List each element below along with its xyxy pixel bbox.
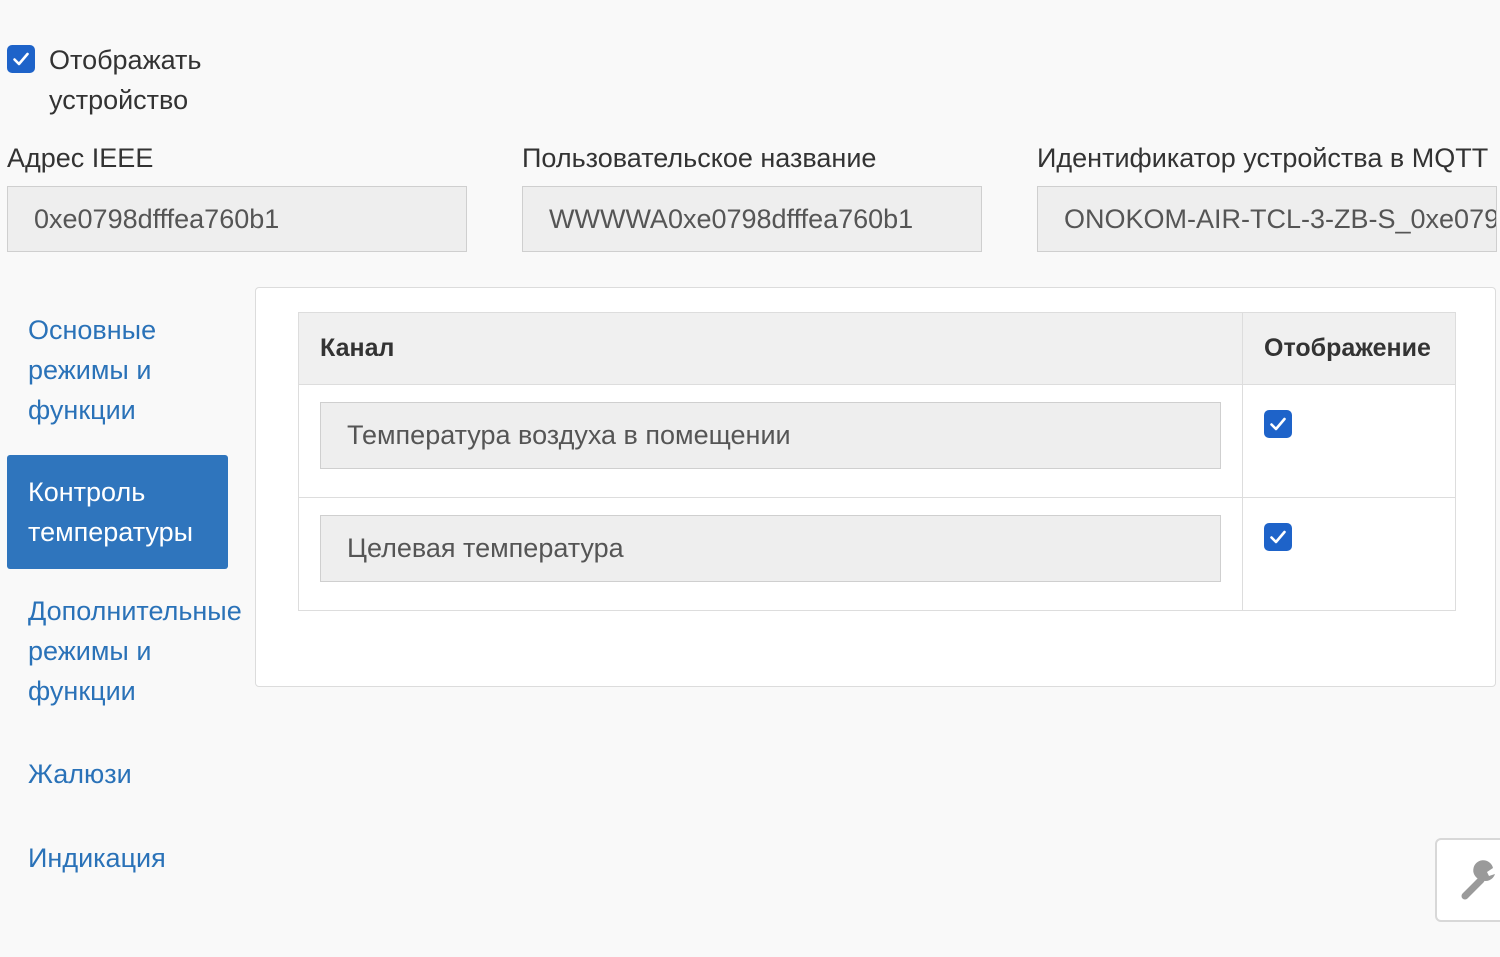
channel-cell: Температура воздуха в помещении (298, 384, 1243, 498)
ieee-address-input[interactable]: 0xe0798dfffea760b1 (7, 186, 467, 252)
table-row: Температура воздуха в помещении (298, 384, 1456, 498)
channel-cell: Целевая температура (298, 497, 1243, 611)
ieee-address-field: Адрес IEEE 0xe0798dfffea760b1 (7, 140, 467, 252)
checkmark-icon (1270, 530, 1286, 544)
channels-panel: Канал Отображение Температура воздуха в … (255, 287, 1496, 687)
table-row: Целевая температура (298, 497, 1456, 611)
channel-name-input[interactable]: Целевая температура (320, 515, 1221, 582)
display-checkbox[interactable] (1264, 410, 1292, 438)
nav-item-indication[interactable]: Индикация (7, 833, 247, 883)
channels-table: Канал Отображение Температура воздуха в … (298, 312, 1456, 611)
display-cell (1242, 384, 1456, 498)
custom-name-label: Пользовательское название (522, 143, 877, 173)
wrench-icon (1461, 860, 1495, 900)
custom-name-field: Пользовательское название WWWWA0xe0798df… (522, 140, 982, 252)
nav-item-basic-modes[interactable]: Основные режимы и функции (7, 305, 247, 435)
show-device-checkbox[interactable] (7, 45, 35, 73)
show-device-label: Отображать устройство (49, 45, 202, 115)
display-cell (1242, 497, 1456, 611)
nav-item-temperature-control[interactable]: Контроль температуры (7, 455, 228, 569)
device-settings-page: Отображать устройство Адрес IEEE 0xe0798… (0, 0, 1500, 957)
checkmark-icon (13, 52, 29, 66)
nav-item-additional-modes[interactable]: Дополнительные режимы и функции (7, 586, 267, 716)
mqtt-id-label: Идентификатор устройства в MQTT (1037, 143, 1489, 173)
mqtt-id-field: Идентификатор устройства в MQTT ONOKOM-A… (1037, 140, 1497, 252)
table-header-row: Канал Отображение (298, 312, 1456, 385)
nav-item-blinds[interactable]: Жалюзи (7, 749, 247, 799)
checkmark-icon (1270, 417, 1286, 431)
show-device-option[interactable]: Отображать устройство (7, 40, 249, 120)
display-column-header: Отображение (1242, 312, 1456, 385)
custom-name-input[interactable]: WWWWA0xe0798dfffea760b1 (522, 186, 982, 252)
settings-button[interactable] (1435, 838, 1500, 922)
channel-column-header: Канал (298, 312, 1243, 385)
display-checkbox[interactable] (1264, 523, 1292, 551)
mqtt-id-input[interactable]: ONOKOM-AIR-TCL-3-ZB-S_0xe0798dfffea760b1 (1037, 186, 1497, 252)
channel-name-input[interactable]: Температура воздуха в помещении (320, 402, 1221, 469)
settings-nav: Основные режимы и функции Контроль темпе… (7, 300, 247, 883)
ieee-address-label: Адрес IEEE (7, 143, 154, 173)
